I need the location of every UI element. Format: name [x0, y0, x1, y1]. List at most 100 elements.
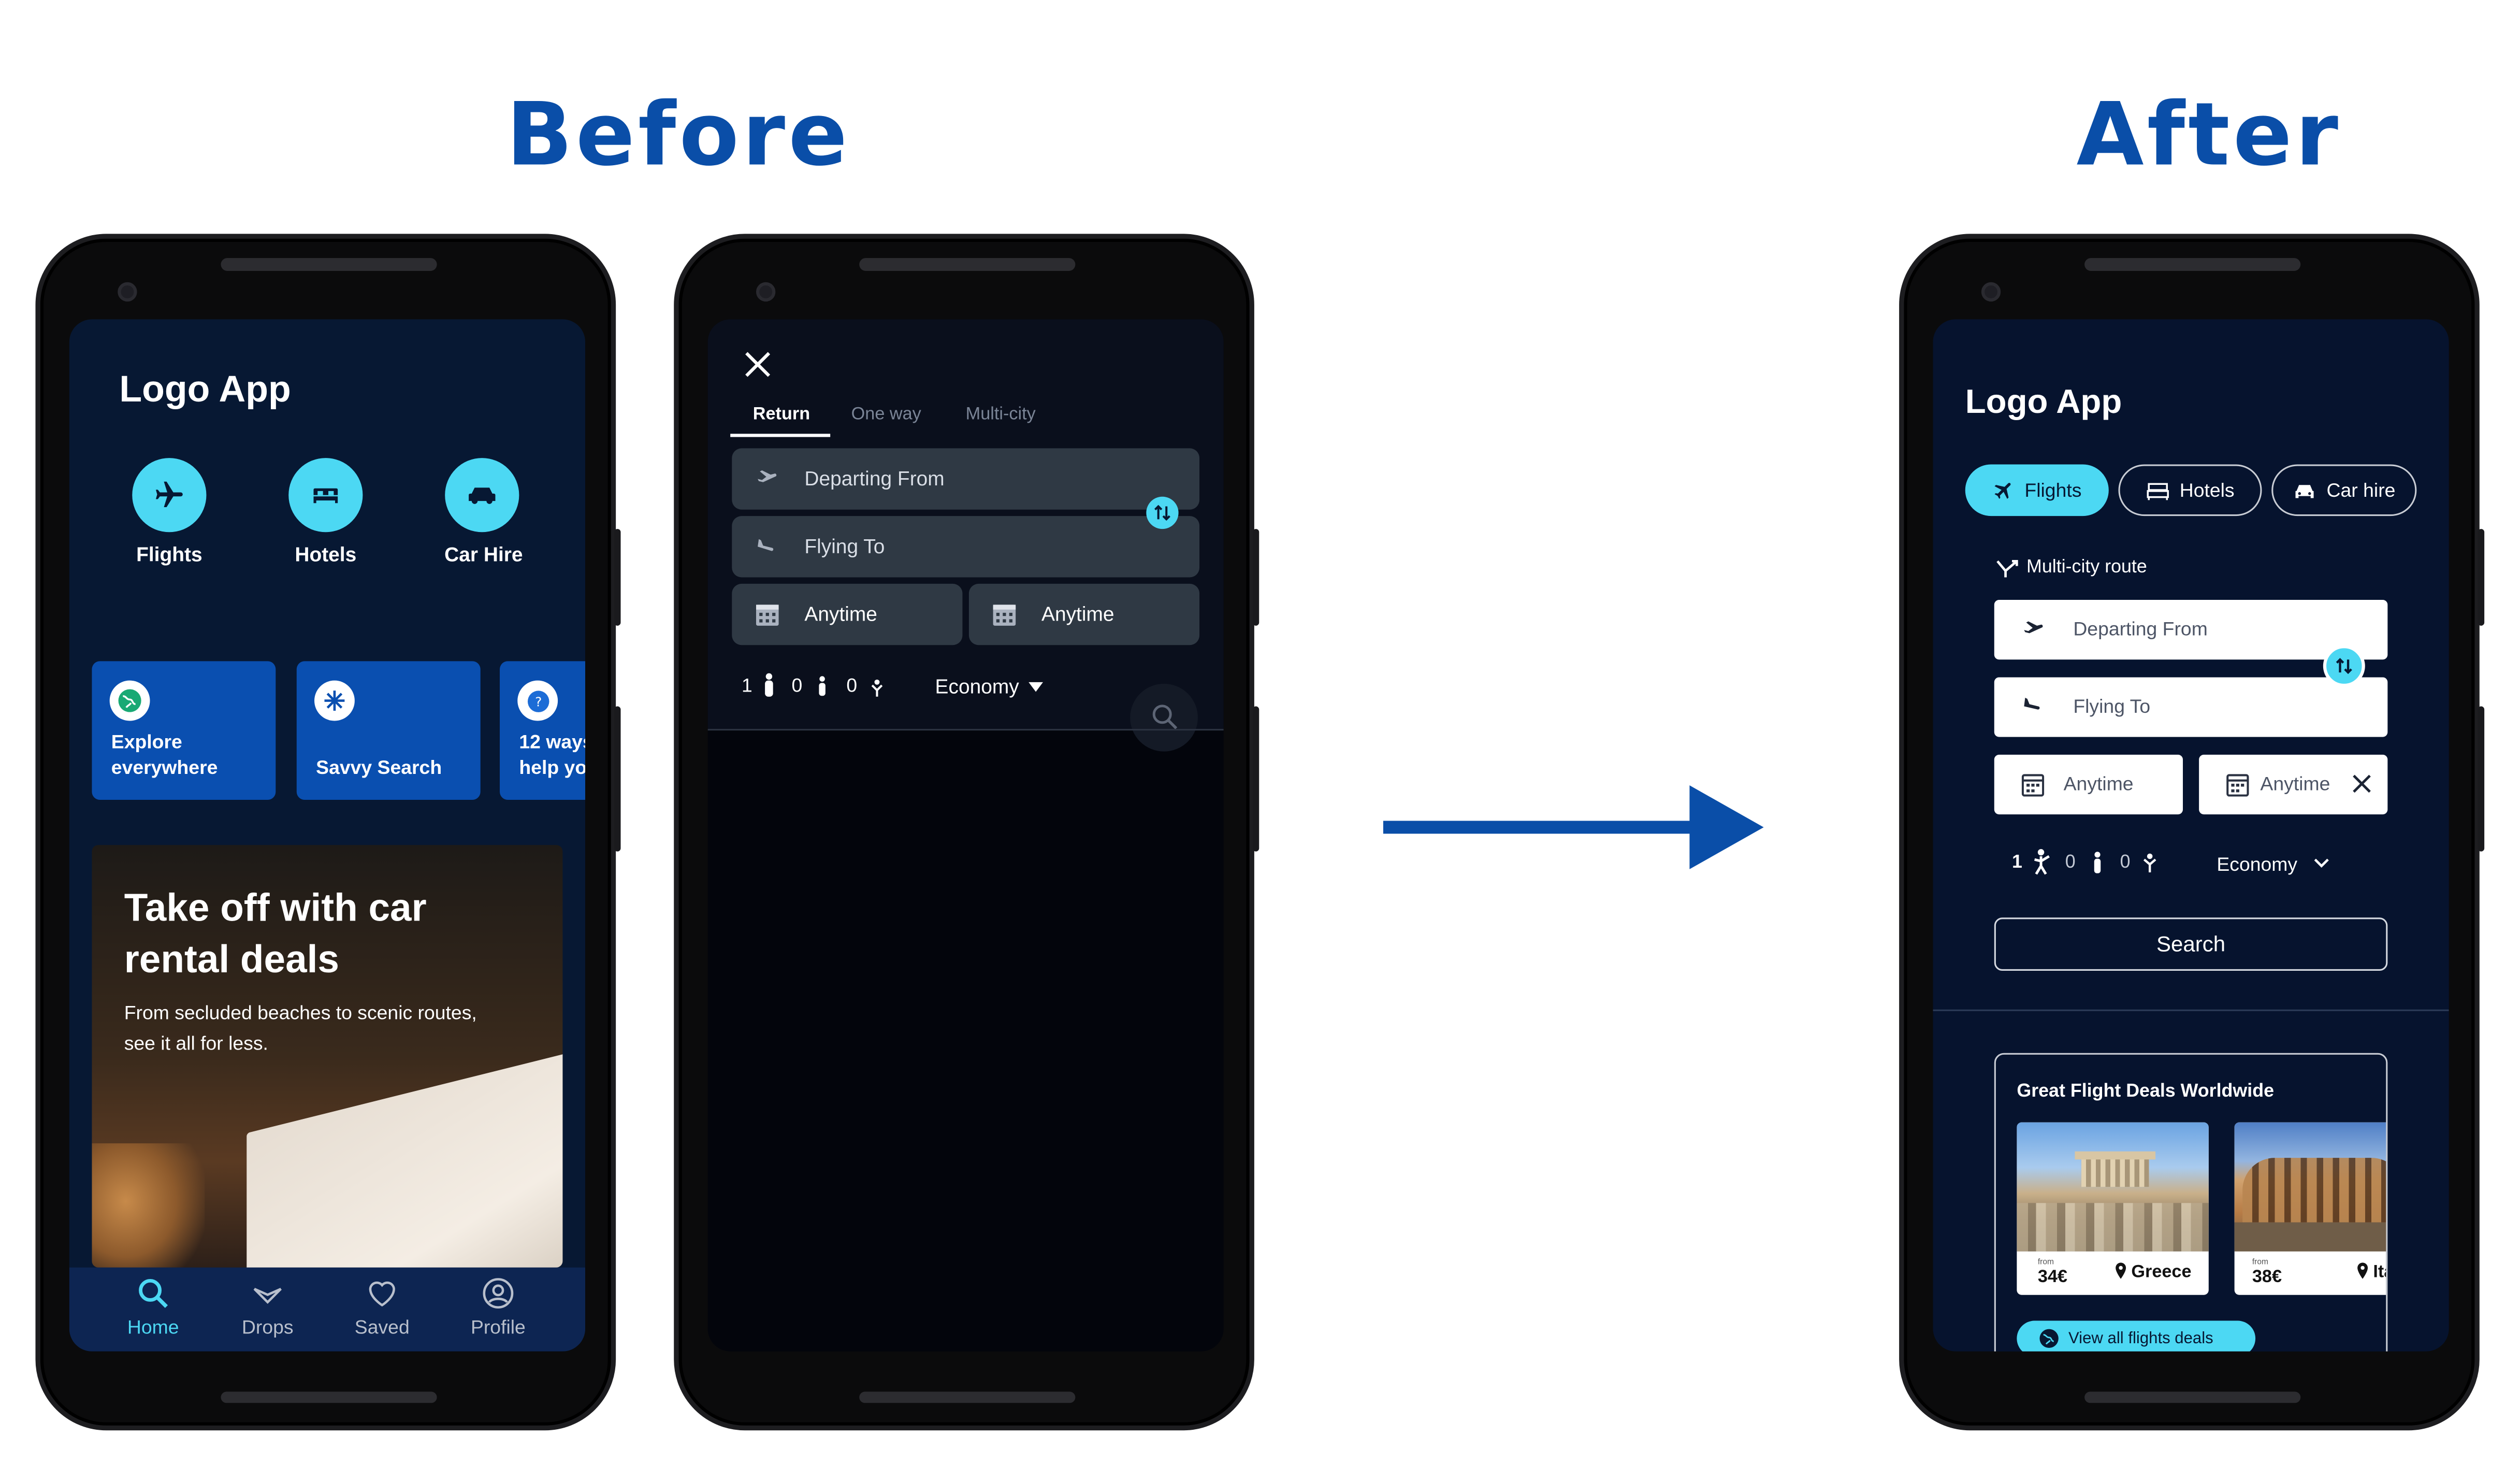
promo-banner[interactable]: Take off with car rental deals From secl…	[92, 845, 563, 1268]
swap-icon	[2336, 658, 2352, 674]
car-hire-pill[interactable]: Car hire	[2271, 464, 2417, 516]
plane-icon	[1994, 483, 2010, 499]
divider	[707, 729, 1224, 731]
phone-bottom-speaker	[2084, 1391, 2301, 1403]
flights-category-button[interactable]	[132, 458, 207, 533]
takeoff-icon	[757, 470, 778, 486]
departure-date-value: Anytime	[2063, 772, 2134, 795]
car-hire-category-label: Car Hire	[444, 543, 523, 566]
return-date-field[interactable]: Anytime	[2199, 754, 2388, 815]
tab-multi-city[interactable]: Multi-city	[966, 405, 1036, 424]
power-button	[2478, 706, 2485, 852]
phone-after: Logo App Flights Hotels Car hire Multi-c…	[1899, 234, 2485, 1431]
card-label-line2: everywhere	[111, 756, 218, 779]
comparison-canvas: Before After Logo App Flights Hotels Car…	[0, 0, 2520, 1466]
flights-pill-label: Flights	[2024, 479, 2082, 502]
takeoff-icon	[2023, 621, 2045, 638]
cabin-class-select[interactable]: Economy	[2217, 853, 2297, 876]
flying-to-field[interactable]: Flying To	[732, 516, 1200, 578]
cabin-class-select[interactable]: Economy	[935, 675, 1019, 698]
close-icon[interactable]	[743, 350, 772, 379]
swap-locations-button[interactable]	[1146, 496, 1179, 529]
colosseum-image	[2234, 1122, 2386, 1252]
return-date-value: Anytime	[2260, 772, 2330, 795]
hotels-pill-label: Hotels	[2179, 479, 2235, 502]
departing-placeholder: Departing From	[804, 467, 945, 491]
view-all-deals-button[interactable]: View all flights deals	[2017, 1320, 2256, 1352]
search-button[interactable]	[1130, 683, 1198, 752]
promo-hair-image	[92, 1143, 205, 1268]
departing-from-field[interactable]: Departing From	[1994, 600, 2388, 660]
power-button	[1252, 706, 1259, 852]
infant-icon	[2143, 853, 2156, 873]
hotels-category-label: Hotels	[295, 543, 357, 566]
car-hire-pill-label: Car hire	[2326, 479, 2396, 502]
explore-everywhere-card[interactable]: Explore everywhere	[92, 661, 276, 800]
nav-drops[interactable]: Drops	[219, 1275, 316, 1339]
adult-icon	[765, 673, 773, 697]
tab-one-way[interactable]: One way	[851, 405, 921, 424]
location-pin-icon	[2116, 1262, 2126, 1279]
heart-icon	[369, 1281, 395, 1307]
promo-body-line2: see it all for less.	[124, 1032, 268, 1055]
nav-drops-label: Drops	[241, 1316, 294, 1339]
swap-locations-button[interactable]	[2323, 645, 2365, 687]
car-icon	[469, 487, 496, 504]
hotels-category-button[interactable]	[288, 458, 363, 533]
departing-from-field[interactable]: Departing From	[732, 448, 1200, 510]
savvy-search-card[interactable]: Savvy Search	[296, 661, 481, 800]
search-screen: Return One way Multi-city Departing From…	[707, 319, 1224, 1352]
flights-pill[interactable]: Flights	[1965, 464, 2109, 516]
bed-icon	[2147, 482, 2169, 499]
promo-title-line2: rental deals	[124, 938, 339, 982]
return-date-field[interactable]: Anytime	[968, 583, 1200, 645]
phone-speaker	[859, 258, 1076, 271]
phone-before-home: Logo App Flights Hotels Car Hire Explore…	[35, 234, 621, 1431]
chevron-down-icon	[2314, 858, 2329, 868]
child-icon	[2094, 852, 2101, 873]
clear-date-icon[interactable]	[2352, 774, 2371, 793]
deal-destination: Ita	[2373, 1262, 2386, 1282]
car-hire-category-button[interactable]	[445, 458, 519, 533]
calendar-icon	[2021, 774, 2045, 797]
help-card[interactable]: ? 12 ways help yo	[500, 661, 586, 800]
svg-text:?: ?	[534, 694, 541, 709]
phone-bottom-speaker	[859, 1391, 1076, 1403]
flying-to-placeholder: Flying To	[804, 535, 885, 558]
departure-date-field[interactable]: Anytime	[1994, 754, 2183, 815]
search-button-label: Search	[2156, 932, 2226, 957]
departing-placeholder: Departing From	[2073, 617, 2208, 640]
front-camera	[756, 282, 776, 302]
nav-profile[interactable]: Profile	[450, 1275, 547, 1339]
flying-to-placeholder: Flying To	[2073, 695, 2151, 718]
flying-to-field[interactable]: Flying To	[1994, 677, 2388, 737]
deal-from-label: from	[2252, 1258, 2268, 1268]
departure-date-field[interactable]: Anytime	[732, 583, 963, 645]
calendar-icon	[993, 605, 1016, 626]
profile-icon	[483, 1278, 514, 1309]
hotels-pill[interactable]: Hotels	[2118, 464, 2262, 516]
nav-home[interactable]: Home	[105, 1275, 201, 1339]
acropolis-image	[2017, 1122, 2209, 1252]
nav-saved-label: Saved	[354, 1316, 410, 1339]
active-tab-indicator	[730, 434, 831, 437]
deal-card-italy[interactable]: from 38€ Ita	[2234, 1122, 2386, 1295]
power-button	[614, 706, 621, 852]
children-count: 0	[2065, 853, 2076, 873]
adults-count: 1	[2012, 853, 2022, 873]
promo-title-line1: Take off with car	[124, 887, 427, 931]
search-button[interactable]: Search	[1994, 917, 2388, 971]
infant-icon	[871, 679, 883, 697]
card-label-line1: Explore	[111, 730, 182, 753]
flight-deals-card: Great Flight Deals Worldwide from 34€ Gr…	[1994, 1053, 2388, 1352]
multi-city-route-label[interactable]: Multi-city route	[2026, 558, 2147, 577]
deal-card-greece[interactable]: from 34€ Greece	[2017, 1122, 2209, 1295]
deal-price: 34€	[2037, 1267, 2067, 1287]
tab-return[interactable]: Return	[753, 405, 810, 424]
nav-saved[interactable]: Saved	[334, 1275, 430, 1339]
departure-date-value: Anytime	[804, 603, 877, 626]
app-title: Logo App	[119, 367, 291, 410]
child-icon	[819, 676, 825, 696]
divider	[1933, 1009, 2449, 1011]
nav-home-label: Home	[127, 1316, 179, 1339]
